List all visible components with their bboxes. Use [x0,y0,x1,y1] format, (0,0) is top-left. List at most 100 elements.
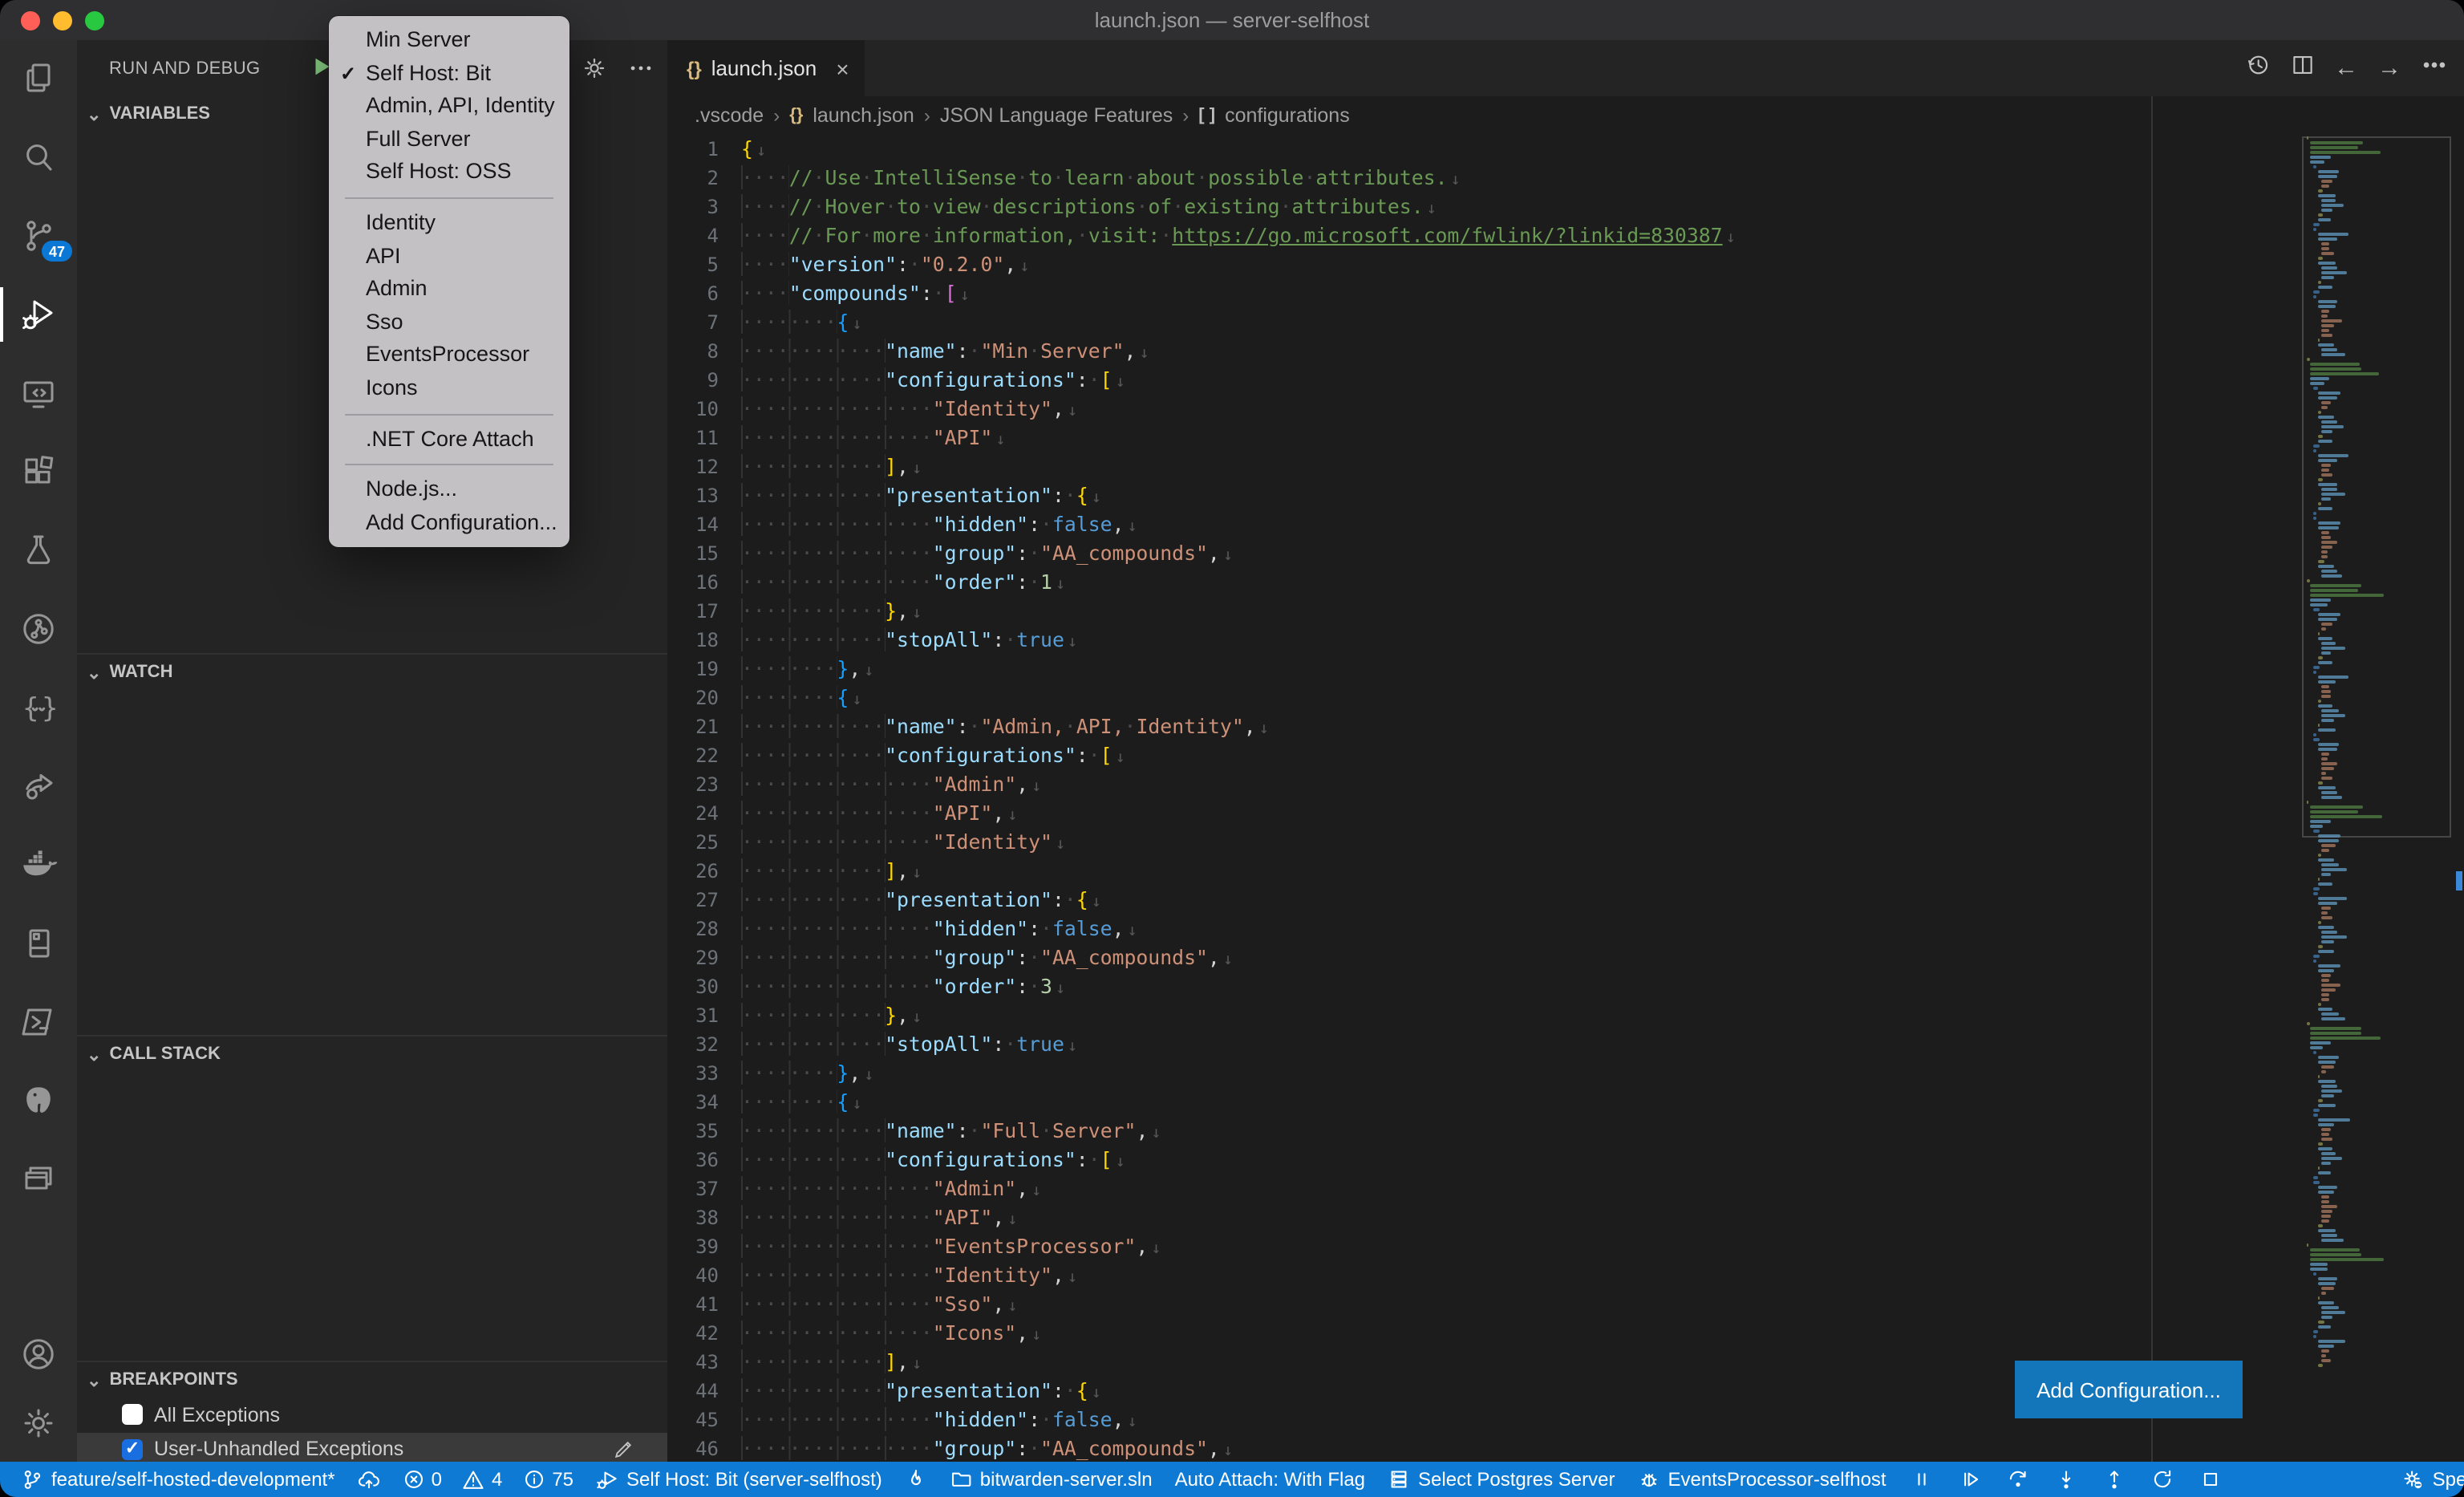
back-icon[interactable]: ← [2334,55,2360,82]
code-line[interactable]: 5····"version":·"0.2.0",↓ [667,250,2305,279]
code-line[interactable]: 24················"API",↓ [667,799,2305,828]
explorer-icon[interactable] [0,59,77,98]
menu-item[interactable]: Admin [329,273,569,306]
code-line[interactable]: 11················"API"↓ [667,424,2305,452]
code-line[interactable]: 41················"Sso",↓ [667,1290,2305,1319]
breakpoint-row[interactable]: All Exceptions [77,1398,667,1432]
stop-button[interactable] [2186,1468,2235,1491]
menu-item[interactable]: Add Configuration... [329,506,569,539]
forward-icon[interactable]: → [2377,55,2403,82]
code-line[interactable]: 21············"name":·"Admin,·API,·Ident… [667,712,2305,741]
code-line[interactable]: 17············},↓ [667,597,2305,626]
breakpoint-checkbox[interactable]: ✓ [122,1439,143,1460]
code-line[interactable]: 34········{↓ [667,1088,2305,1117]
code-line[interactable]: 30················"order":·3↓ [667,972,2305,1001]
extensions-icon[interactable] [0,452,77,491]
code-line[interactable]: 35············"name":·"Full·Server",↓ [667,1117,2305,1146]
code-line[interactable]: 4····//·For·more·information,·visit:·htt… [667,221,2305,250]
code-line[interactable]: 25················"Identity"↓ [667,828,2305,857]
debug-settings-gear-icon[interactable] [581,55,608,90]
account-icon[interactable] [0,1335,77,1373]
more-actions-icon[interactable] [2421,51,2448,86]
code-line[interactable]: 9············"configurations":·[↓ [667,366,2305,395]
auto-attach-status[interactable]: Auto Attach: With Flag [1164,1468,1376,1491]
code-line[interactable]: 31············},↓ [667,1001,2305,1030]
continue-button[interactable] [1946,1468,1994,1491]
close-window-button[interactable] [21,10,40,30]
code-editor[interactable]: 1{↓2····//·Use·IntelliSense·to·learn·abo… [667,135,2305,1462]
code-line[interactable]: 2····//·Use·IntelliSense·to·learn·about·… [667,164,2305,193]
tab-close-icon[interactable]: × [836,55,849,81]
code-line[interactable]: 37················"Admin",↓ [667,1174,2305,1203]
code-line[interactable]: 3····//·Hover·to·view·descriptions·of·ex… [667,193,2305,221]
menu-item[interactable]: ✓Self Host: Bit [329,57,569,90]
code-line[interactable]: 29················"group":·"AA_compounds… [667,943,2305,972]
remote-explorer-icon[interactable] [0,374,77,412]
menu-item[interactable]: .NET Core Attach [329,423,569,456]
breadcrumb-item[interactable]: JSON Language Features [940,104,1173,127]
add-configuration-button[interactable]: Add Configuration... [2015,1361,2243,1418]
menu-item[interactable]: API [329,240,569,273]
postgres-server-status[interactable]: Select Postgres Server [1376,1468,1626,1491]
step-out-button[interactable] [2090,1468,2138,1491]
code-line[interactable]: 12············],↓ [667,452,2305,481]
code-line[interactable]: 19········},↓ [667,655,2305,684]
restart-button[interactable] [2138,1468,2186,1491]
source-control-icon[interactable]: 47 [0,217,77,255]
flame-status-icon[interactable] [894,1468,938,1491]
code-line[interactable]: 8············"name":·"Min·Server",↓ [667,337,2305,366]
menu-item[interactable]: Full Server [329,124,569,156]
code-line[interactable]: 6····"compounds":·[↓ [667,279,2305,308]
zoom-window-button[interactable] [85,10,104,30]
sync-changes-button[interactable] [346,1468,391,1491]
code-line[interactable]: 46················"group":·"AA_compounds… [667,1434,2305,1462]
docker-icon[interactable] [0,846,77,884]
share-icon[interactable] [0,767,77,805]
breadcrumb-item[interactable]: launch.json [813,104,914,127]
pause-button[interactable] [1898,1468,1946,1491]
code-line[interactable]: 27············"presentation":·{↓ [667,886,2305,915]
breadcrumb-item[interactable]: .vscode [695,104,764,127]
menu-item[interactable]: Node.js... [329,473,569,506]
code-line[interactable]: 16················"order":·1↓ [667,568,2305,597]
code-line[interactable]: 10················"Identity",↓ [667,395,2305,424]
solution-status[interactable]: bitwarden-server.sln [938,1468,1164,1491]
storage-icon[interactable] [0,924,77,963]
minimap[interactable] [2305,136,2448,1375]
breadcrumb-item[interactable]: configurations [1225,104,1350,127]
history-icon[interactable] [2244,51,2272,86]
code-line[interactable]: 23················"Admin",↓ [667,770,2305,799]
menu-item[interactable]: Sso [329,306,569,339]
menu-item[interactable]: Icons [329,372,569,405]
code-line[interactable]: 38················"API",↓ [667,1203,2305,1232]
code-line[interactable]: 40················"Identity",↓ [667,1261,2305,1290]
code-line[interactable]: 13············"presentation":·{↓ [667,481,2305,510]
code-line[interactable]: 42················"Icons",↓ [667,1319,2305,1348]
test-icon[interactable] [0,531,77,570]
powershell-icon[interactable] [0,1003,77,1041]
code-line[interactable]: 18············"stopAll":·true↓ [667,626,2305,655]
step-into-button[interactable] [2042,1468,2090,1491]
menu-item[interactable]: Self Host: OSS [329,156,569,189]
menu-item[interactable]: EventsProcessor [329,339,569,372]
section-call-stack[interactable]: ⌄CALL STACK [77,1035,667,1072]
breakpoint-checkbox[interactable] [122,1405,143,1426]
settings-gear-icon[interactable] [0,1404,77,1442]
search-icon[interactable] [0,138,77,176]
code-line[interactable]: 1{↓ [667,135,2305,164]
code-line[interactable]: 15················"group":·"AA_compounds… [667,539,2305,568]
step-over-button[interactable] [1994,1468,2042,1491]
code-line[interactable]: 14················"hidden":·false,↓ [667,510,2305,539]
postgres-icon[interactable] [0,1081,77,1120]
menu-item[interactable]: Min Server [329,24,569,57]
gitlens-icon[interactable] [0,610,77,648]
code-line[interactable]: 28················"hidden":·false,↓ [667,915,2305,943]
tab-launch-json[interactable]: {} launch.json × [667,40,865,96]
problems-status[interactable]: 0475 [391,1468,585,1491]
code-line[interactable]: 7········{↓ [667,308,2305,337]
code-line[interactable]: 36············"configurations":·[↓ [667,1146,2305,1174]
code-line[interactable]: 32············"stopAll":·true↓ [667,1030,2305,1059]
spell-checker-status[interactable]: Spell [2391,1468,2464,1491]
debug-config-status[interactable]: Self Host: Bit (server-selfhost) [585,1468,894,1491]
section-watch[interactable]: ⌄WATCH [77,653,667,690]
